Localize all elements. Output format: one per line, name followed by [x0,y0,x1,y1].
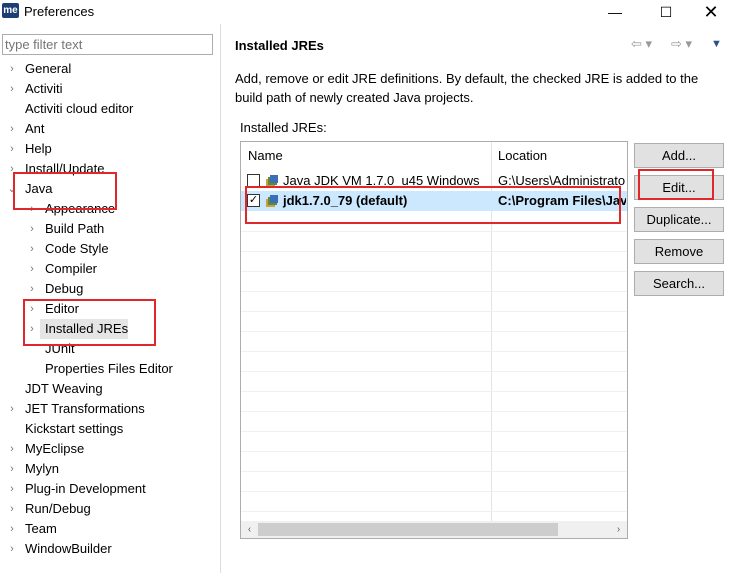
chevron-right-icon[interactable]: › [27,319,37,339]
column-header-location[interactable]: Location [491,142,627,170]
close-button[interactable]: ✕ [688,0,730,24]
tree-item[interactable]: Properties Files Editor [45,359,173,379]
tree-item[interactable]: Build Path [45,219,104,239]
duplicate-button[interactable]: Duplicate... [634,207,724,232]
tree-item[interactable]: Help [25,139,52,159]
tree-item[interactable]: MyEclipse [25,439,84,459]
installed-jres-page: Installed JREs ⇦ ▾ ⇨ ▾ ▼ Add, remove or … [221,24,730,573]
table-gridline [241,511,627,512]
tree-item[interactable]: Java [25,179,52,199]
tree-item[interactable]: Plug-in Development [25,479,146,499]
page-title: Installed JREs [235,38,324,53]
edit-button[interactable]: Edit... [634,175,724,200]
chevron-right-icon[interactable]: › [7,139,17,159]
row-checkbox[interactable] [247,174,260,187]
chevron-right-icon[interactable]: › [27,259,37,279]
filter-input[interactable] [2,34,213,55]
chevron-right-icon[interactable]: › [7,539,17,559]
tree-item[interactable]: Ant [25,119,45,139]
tree-item[interactable]: Run/Debug [25,499,91,519]
chevron-right-icon[interactable]: › [27,279,37,299]
search-button[interactable]: Search... [634,271,724,296]
scroll-thumb[interactable] [258,523,558,536]
tree-item[interactable]: Code Style [45,239,109,259]
chevron-right-icon[interactable]: › [7,399,17,419]
table-row[interactable]: ✓ jdk1.7.0_79 (default) C:\Program Files\J… [241,191,627,211]
jre-name-cell: jdk1.7.0_79 (default) [283,193,408,208]
tree-item[interactable]: Kickstart settings [25,419,123,439]
table-gridline [241,351,627,352]
tree-item[interactable]: Install/Update [25,159,105,179]
jre-list-label: Installed JREs: [240,120,327,135]
forward-nav-icon[interactable]: ⇨ ▾ [671,36,692,52]
tree-item[interactable]: Activiti cloud editor [25,99,133,119]
chevron-right-icon[interactable]: › [7,59,17,79]
chevron-right-icon[interactable]: › [7,159,17,179]
window-title: Preferences [24,4,95,19]
jre-library-icon [266,195,278,207]
tree-item[interactable]: Activiti [25,79,63,99]
minimize-button[interactable]: — [592,0,638,24]
chevron-right-icon[interactable]: › [27,199,37,219]
table-gridline [241,471,627,472]
tree-item[interactable]: Appearance [45,199,115,219]
chevron-right-icon[interactable]: › [27,219,37,239]
maximize-button[interactable]: ☐ [643,0,689,24]
table-gridline [241,411,627,412]
tree-item[interactable]: General [25,59,71,79]
view-menu-icon[interactable]: ▼ [711,38,722,50]
chevron-down-icon[interactable]: ⌄ [7,179,17,199]
add-button[interactable]: Add... [634,143,724,168]
table-row[interactable]: Java JDK VM 1.7.0_u45 Windows G:\Users\Ad… [241,171,627,191]
title-bar: me Preferences — ☐ ✕ [0,0,730,24]
tree-item[interactable]: Installed JREs [45,319,128,339]
scroll-right-icon[interactable]: › [610,521,627,538]
chevron-right-icon[interactable]: › [27,239,37,259]
tree-item[interactable]: JDT Weaving [25,379,103,399]
scroll-left-icon[interactable]: ‹ [241,521,258,538]
tree-item[interactable]: Mylyn [25,459,59,479]
remove-button[interactable]: Remove [634,239,724,264]
app-icon: me [2,3,19,18]
tree-item[interactable]: Editor [45,299,79,319]
chevron-right-icon[interactable]: › [7,79,17,99]
chevron-right-icon[interactable]: › [27,299,37,319]
row-checkbox[interactable]: ✓ [247,194,260,207]
table-gridline [241,271,627,272]
column-header-name[interactable]: Name [241,142,491,170]
jre-name-cell: Java JDK VM 1.7.0_u45 Windows [283,173,480,188]
jre-location-cell: C:\Program Files\Java\jdk1.7.0_79 [498,193,626,208]
tree-item[interactable]: JET Transformations [25,399,145,419]
tree-item[interactable]: Team [25,519,57,539]
chevron-right-icon[interactable]: › [7,119,17,139]
table-gridline [241,391,627,392]
jre-table[interactable]: Name Location Java JDK VM 1.7.0_u45 Wind… [240,141,628,539]
chevron-right-icon[interactable]: › [7,479,17,499]
tree-item[interactable]: Compiler [45,259,97,279]
table-gridline [241,331,627,332]
table-gridline [241,231,627,232]
tree-item[interactable]: WindowBuilder [25,539,112,559]
chevron-right-icon[interactable]: › [7,499,17,519]
table-gridline [241,371,627,372]
table-gridline [241,451,627,452]
jre-location-cell: G:\Users\Administrato [498,173,626,188]
table-gridline [241,311,627,312]
back-nav-icon[interactable]: ⇦ ▾ [631,36,652,52]
chevron-right-icon[interactable]: › [7,519,17,539]
table-gridline [241,431,627,432]
preferences-tree-panel: › General › ActivitiActiviti cloud editor › A… [0,24,220,573]
horizontal-scrollbar[interactable]: ‹ › [241,521,627,538]
table-gridline [241,291,627,292]
tree-item[interactable]: Debug [45,279,83,299]
page-description: Add, remove or edit JRE definitions. By … [235,71,699,105]
chevron-right-icon[interactable]: › [7,459,17,479]
table-gridline [241,251,627,252]
tree-item[interactable]: JUnit [45,339,75,359]
table-gridline [241,491,627,492]
chevron-right-icon[interactable]: › [7,439,17,459]
jre-library-icon [266,175,278,187]
